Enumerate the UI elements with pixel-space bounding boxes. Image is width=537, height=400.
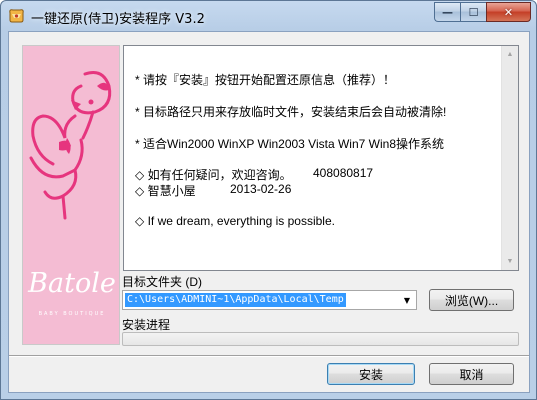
- separator: [9, 355, 529, 357]
- progress-label: 安装进程: [122, 318, 171, 332]
- banner-image: Batole BABY BOUTIQUE: [22, 45, 120, 345]
- target-folder-combobox[interactable]: C:\Users\ADMINI~1\AppData\Local\Temp ▼: [122, 290, 417, 310]
- caption-buttons: — ☐ ✕: [434, 2, 531, 22]
- cancel-button[interactable]: 取消: [429, 363, 514, 385]
- installer-icon: [9, 9, 24, 23]
- scroll-down-icon[interactable]: ▼: [502, 253, 518, 270]
- installer-window: 一键还原(侍卫)安装程序 V3.2 — ☐ ✕ Batole BABY BOUT…: [0, 0, 537, 400]
- close-button[interactable]: ✕: [486, 2, 531, 22]
- contact-label: ◇ 如有任何疑问，欢迎咨询。: [135, 168, 292, 182]
- info-line-temp-path: * 目标路径只用来存放临时文件，安装结束后会自动被清除!: [135, 105, 447, 119]
- flamingo-logo: [29, 71, 112, 220]
- contact-value: 408080817: [313, 166, 374, 180]
- minimize-icon: —: [442, 5, 453, 19]
- brand-tagline: BABY BOUTIQUE: [38, 311, 106, 317]
- dialog-body: Batole BABY BOUTIQUE * 请按『安装』按钮开始配置还原信息（…: [8, 31, 530, 393]
- scroll-up-icon[interactable]: ▲: [502, 46, 518, 63]
- install-progress-bar: [122, 332, 519, 346]
- vertical-scrollbar[interactable]: ▲ ▼: [501, 46, 518, 270]
- close-icon: ✕: [503, 5, 514, 19]
- author-date: 2013-02-26: [230, 182, 292, 196]
- info-line-motto: ◇ If we dream, everything is possible.: [135, 214, 335, 228]
- brand-name: Batole: [28, 268, 116, 299]
- author-label: ◇ 智慧小屋: [135, 184, 196, 198]
- browse-button[interactable]: 浏览(W)...: [429, 289, 514, 311]
- target-folder-label: 目标文件夹 (D): [122, 275, 202, 289]
- info-line-contact: ◇ 如有任何疑问，欢迎咨询。 408080817: [135, 166, 373, 183]
- maximize-icon: ☐: [468, 5, 479, 19]
- chevron-down-icon[interactable]: ▼: [398, 291, 416, 309]
- maximize-button[interactable]: ☐: [460, 2, 486, 22]
- info-line-author: ◇ 智慧小屋 2013-02-26: [135, 182, 291, 199]
- info-line-install: * 请按『安装』按钮开始配置还原信息（推荐）！: [135, 73, 396, 87]
- install-button[interactable]: 安装: [327, 363, 415, 385]
- title-bar[interactable]: 一键还原(侍卫)安装程序 V3.2 — ☐ ✕: [1, 1, 536, 31]
- minimize-button[interactable]: —: [434, 2, 460, 22]
- target-folder-path: C:\Users\ADMINI~1\AppData\Local\Temp: [125, 293, 346, 307]
- info-textbox[interactable]: * 请按『安装』按钮开始配置还原信息（推荐）！ * 目标路径只用来存放临时文件，…: [123, 45, 519, 271]
- window-title: 一键还原(侍卫)安装程序 V3.2: [31, 12, 205, 27]
- info-line-os-support: * 适合Win2000 WinXP Win2003 Vista Win7 Win…: [135, 137, 444, 151]
